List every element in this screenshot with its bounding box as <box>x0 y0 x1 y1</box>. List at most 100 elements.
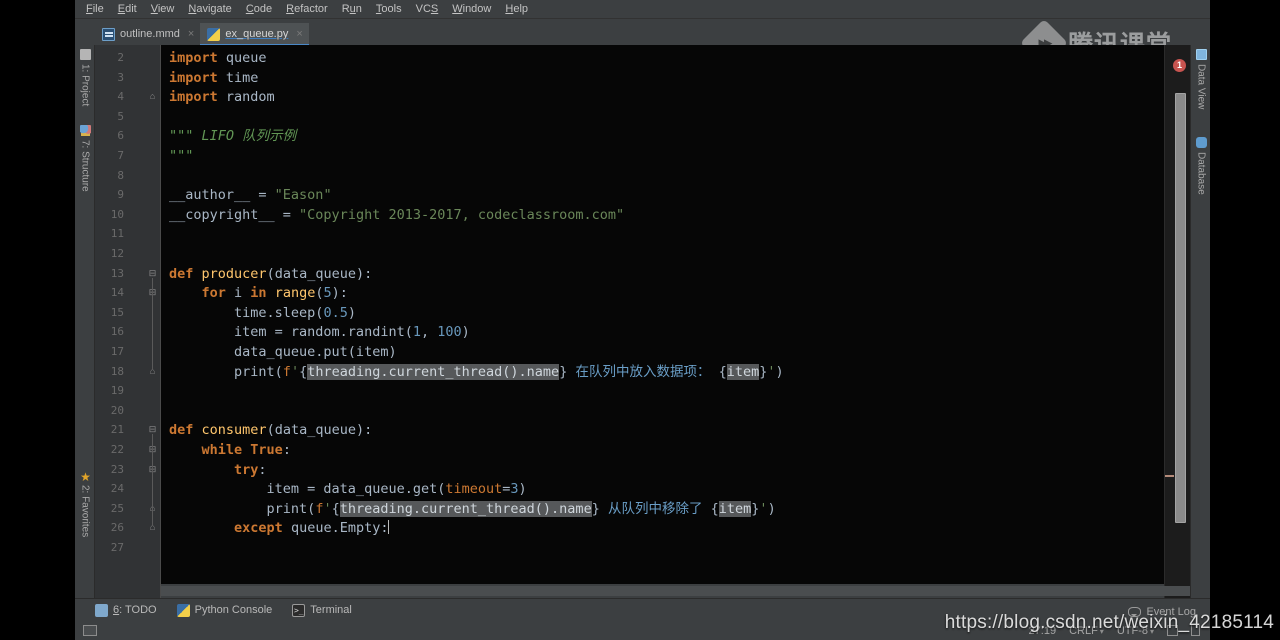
tab-close-icon[interactable]: × <box>188 28 194 40</box>
menu-bar: File Edit View Navigate Code Refactor Run Tools… <box>75 0 1210 19</box>
menu-item-file[interactable]: File <box>79 1 111 18</box>
line-number: 20 <box>110 403 124 417</box>
line-number: 2 <box>117 51 124 64</box>
code-line[interactable] <box>161 381 1164 401</box>
code-line[interactable] <box>161 401 1164 421</box>
code-line[interactable]: while True: <box>161 440 1164 460</box>
editor-gutter[interactable]: 2 3 4 5 6 7 8 9 10 11 12 13 14 15 16 17 18 19 20 21 22 23 24 25… <box>95 45 161 598</box>
code-line[interactable] <box>161 244 1164 264</box>
editor-tab-bar: outline.mmd×ex_queue.py× 腾讯课堂 <box>75 18 1210 68</box>
code-text-area[interactable]: import queue import time import random """ … <box>161 45 1164 598</box>
code-line[interactable]: data_queue.put(item) <box>161 342 1164 362</box>
tool-button-data-view[interactable]: Data View <box>1191 49 1211 109</box>
line-number: 9 <box>117 188 124 202</box>
tool-button-2-favorites[interactable]: ★ 2: Favorites <box>75 470 95 537</box>
line-number: 3 <box>117 70 124 84</box>
code-line[interactable]: import random <box>161 87 1164 107</box>
code-line[interactable]: except queue.Empty: <box>161 518 1164 538</box>
tab-close-icon[interactable]: × <box>296 28 302 40</box>
tab-label: outline.mmd <box>120 28 180 40</box>
line-number: 24 <box>110 482 124 496</box>
code-line[interactable] <box>161 224 1164 244</box>
code-line[interactable]: print(f'{threading.current_thread().name… <box>161 362 1164 382</box>
code-line[interactable]: item = random.randint(1, 100) <box>161 322 1164 342</box>
line-number: 10 <box>110 207 124 221</box>
tool-button-python-console[interactable]: Python Console <box>176 603 273 617</box>
line-number: 23 <box>110 462 124 476</box>
tool-button-label: 1: Project <box>79 64 91 107</box>
line-number: 22 <box>110 443 124 456</box>
editor-tab-ex_queue-py[interactable]: ex_queue.py × <box>200 23 310 46</box>
line-number: 17 <box>110 345 124 358</box>
tool-button-1-project[interactable]: 1: Project <box>75 49 95 106</box>
menu-item-view[interactable]: View <box>144 1 182 18</box>
code-line[interactable]: def consumer(data_queue): <box>161 420 1164 440</box>
tool-button-7-structure[interactable]: 7: Structure <box>75 125 95 192</box>
screen: File Edit View Navigate Code Refactor Run Tools… <box>0 0 1280 640</box>
menu-item-vcs[interactable]: VCS <box>409 1 446 18</box>
line-number: 25 <box>110 501 124 515</box>
line-number: 27 <box>110 541 124 554</box>
structure-icon <box>79 125 91 136</box>
line-number: 15 <box>110 305 124 319</box>
tool-button-label: Terminal <box>310 604 352 616</box>
menu-item-refactor[interactable]: Refactor <box>279 1 335 18</box>
line-number: 8 <box>117 168 124 182</box>
tool-button-label: 7: Structure <box>79 140 91 192</box>
terminal-icon: >_ <box>292 603 306 617</box>
horizontal-scrollbar[interactable] <box>161 584 1190 598</box>
tool-button-label: Python Console <box>194 604 273 616</box>
editor-tab-outline-mmd[interactable]: outline.mmd × <box>95 23 200 45</box>
line-number: 26 <box>110 521 124 535</box>
database-icon <box>1195 137 1207 148</box>
code-line[interactable] <box>161 107 1164 127</box>
code-line[interactable]: for i in range(5): <box>161 283 1164 303</box>
menu-item-window[interactable]: Window <box>445 1 498 18</box>
menu-item-help[interactable]: Help <box>498 1 535 18</box>
tool-button-database[interactable]: Database <box>1191 137 1211 195</box>
menu-item-tools[interactable]: Tools <box>369 1 409 18</box>
marker-strip[interactable]: 1 <box>1164 45 1190 598</box>
code-line[interactable] <box>161 166 1164 186</box>
tab-label: ex_queue.py <box>225 28 289 40</box>
error-count-badge[interactable]: 1 <box>1173 59 1186 72</box>
code-line[interactable]: __author__ = "Eason" <box>161 185 1164 205</box>
tool-button-terminal[interactable]: >_ Terminal <box>292 603 352 617</box>
code-line[interactable]: time.sleep(0.5) <box>161 303 1164 323</box>
code-line[interactable]: """ <box>161 146 1164 166</box>
toggle-toolbar-icon[interactable] <box>83 625 97 636</box>
line-number: 14 <box>110 286 124 300</box>
warning-marker[interactable] <box>1165 475 1174 477</box>
code-line[interactable]: item = data_queue.get(timeout=3) <box>161 479 1164 499</box>
line-number: 13 <box>110 266 124 280</box>
menu-item-navigate[interactable]: Navigate <box>181 1 238 18</box>
line-number: 6 <box>117 129 124 143</box>
horizontal-scrollbar-thumb[interactable] <box>161 586 1190 596</box>
code-line[interactable]: import time <box>161 68 1164 88</box>
csdn-watermark: https://blog.csdn.net/weixin_42185114 <box>944 612 1274 633</box>
code-editor[interactable]: 2 3 4 5 6 7 8 9 10 11 12 13 14 15 16 17 18 19 20 21 22 23 24 25… <box>95 45 1190 598</box>
code-line[interactable]: __copyright__ = "Copyright 2013-2017, co… <box>161 205 1164 225</box>
mermaid-file-icon <box>102 27 115 41</box>
tool-button-6-todo[interactable]: 6: TODO <box>95 603 157 617</box>
data-view-icon <box>1195 49 1207 60</box>
line-number: 11 <box>110 227 124 241</box>
code-line[interactable]: try: <box>161 460 1164 480</box>
line-number: 19 <box>110 384 124 398</box>
line-number: 16 <box>110 325 124 339</box>
code-line[interactable]: import queue <box>161 48 1164 68</box>
menu-item-edit[interactable]: Edit <box>111 1 144 18</box>
left-tool-stripe: 1: Project 7: Structure ★ 2: Favorites <box>75 45 95 598</box>
line-number: 7 <box>117 149 124 162</box>
vertical-scrollbar-thumb[interactable] <box>1175 93 1186 523</box>
code-line[interactable]: def producer(data_queue): <box>161 264 1164 284</box>
menu-item-code[interactable]: Code <box>239 1 279 18</box>
fold-region-guide <box>152 277 153 370</box>
code-line[interactable] <box>161 538 1164 558</box>
menu-item-run[interactable]: Run <box>335 1 369 18</box>
code-line[interactable]: """ LIFO 队列示例 <box>161 126 1164 146</box>
main-area: 1: Project 7: Structure ★ 2: Favorites 2345… <box>75 45 1210 598</box>
code-line[interactable]: print(f'{threading.current_thread().name… <box>161 499 1164 519</box>
line-number: 18 <box>110 364 124 378</box>
fold-toggle-icon[interactable]: ⌂ <box>147 91 158 102</box>
